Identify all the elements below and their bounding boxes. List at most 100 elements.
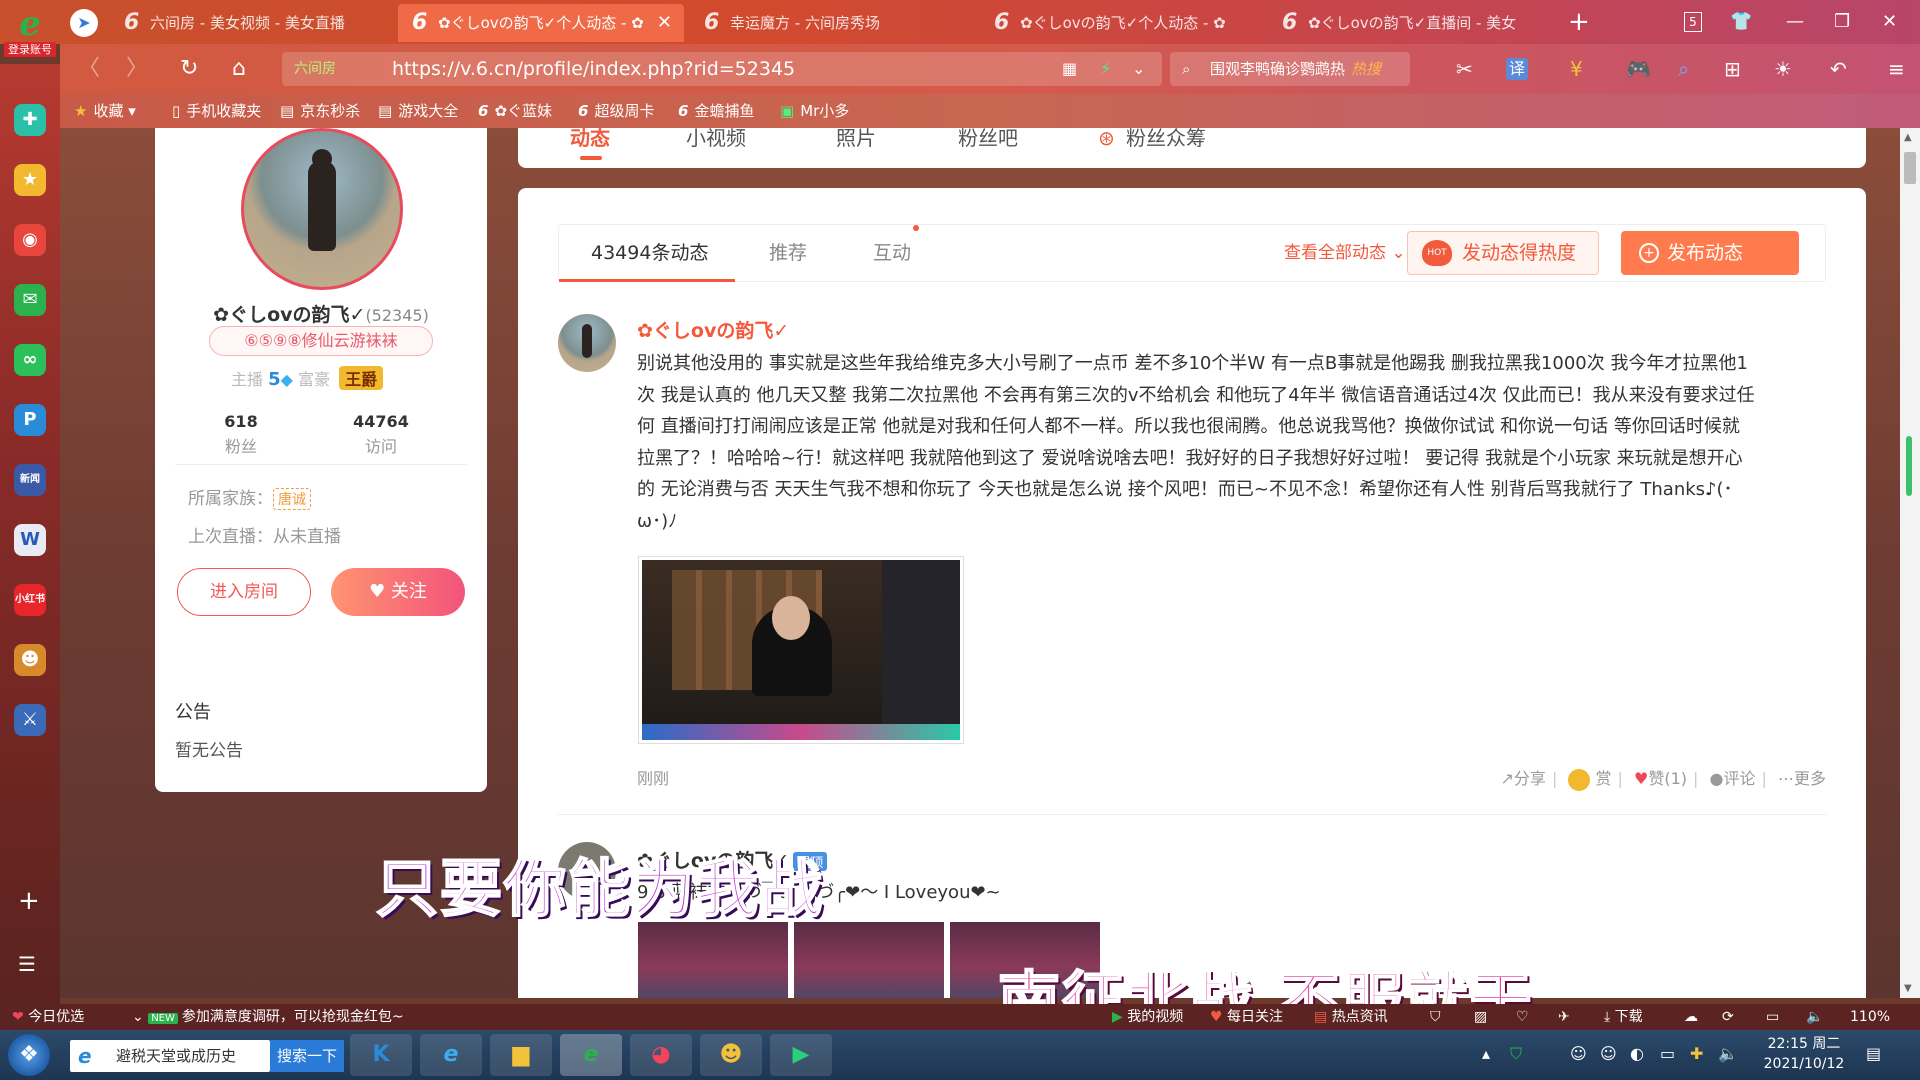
post-image[interactable]: [638, 556, 964, 744]
volume-icon[interactable]: 🔈: [1806, 1004, 1823, 1030]
game-icon[interactable]: 🎮: [1626, 56, 1651, 82]
tab-recommend[interactable]: 推荐: [769, 225, 807, 281]
fans-stat[interactable]: 618 粉丝: [181, 412, 301, 457]
list-icon[interactable]: ☰: [18, 952, 36, 976]
minimize-icon[interactable]: —: [1786, 10, 1804, 34]
add-sidebar-icon[interactable]: +: [18, 886, 40, 916]
scroll-up-icon[interactable]: ▲: [1904, 132, 1912, 143]
tray-network-icon[interactable]: ▭: [1660, 1044, 1675, 1063]
shirt-skin-icon[interactable]: 👕: [1730, 10, 1752, 34]
dropdown-chevron-icon[interactable]: ⌄: [1132, 52, 1145, 86]
tab-1[interactable]: 6 六间房 - 美女视频 - 美女直播: [110, 4, 396, 42]
navigation-icon[interactable]: ➤: [70, 9, 98, 37]
magnifier-icon[interactable]: ⌕: [1678, 56, 1689, 82]
nav-tab-videos[interactable]: 小视频: [686, 128, 746, 158]
daily-follow[interactable]: ♥ 每日关注: [1210, 1004, 1283, 1030]
rocket-icon[interactable]: ✈: [1558, 1004, 1570, 1030]
refresh-icon[interactable]: ⟳: [1722, 1004, 1734, 1030]
news-app-icon[interactable]: 新闻: [14, 464, 46, 496]
bookmark-fishing[interactable]: 6 金蟾捕鱼: [678, 94, 754, 128]
player-app-icon[interactable]: ▶: [770, 1034, 832, 1076]
tray-plus-icon[interactable]: ✚: [1690, 1044, 1703, 1063]
game-tank-icon[interactable]: ⚔: [14, 704, 46, 736]
download-button[interactable]: ⤓ 下载: [1604, 1004, 1643, 1030]
bookmark-mrxiaoduo[interactable]: ▣ Mr小多: [780, 94, 849, 128]
tray-volume-icon[interactable]: 🔈: [1718, 1044, 1738, 1063]
address-input[interactable]: 六间房 https://v.6.cn/profile/index.php?rid…: [282, 52, 1162, 86]
login-account-button[interactable]: 登录账号: [4, 42, 56, 57]
translate-icon[interactable]: 译: [1506, 58, 1529, 80]
profile-medal[interactable]: ⑥⑤⑨⑧修仙云游袜袜: [209, 326, 433, 356]
survey-link[interactable]: ⌄ NEW 参加满意度调研，可以抢现金红包~: [132, 1004, 404, 1032]
tray-expand-icon[interactable]: ▴: [1482, 1044, 1490, 1063]
weibo-icon[interactable]: ◉: [14, 224, 46, 256]
like-button[interactable]: ♥赞(1): [1634, 769, 1687, 788]
bookmark-favorites[interactable]: ★ 收藏 ▾: [74, 94, 136, 128]
tab-count-icon[interactable]: 5: [1684, 12, 1702, 32]
reward-button[interactable]: 赏: [1568, 768, 1612, 791]
tab-3[interactable]: 6 幸运魔方 - 六间房秀场: [690, 4, 976, 42]
share-button[interactable]: ↗分享: [1501, 769, 1546, 788]
clock[interactable]: 22:15 周二 2021/10/12: [1754, 1034, 1854, 1074]
post-author-avatar[interactable]: [558, 314, 616, 372]
browser-app-icon[interactable]: e: [560, 1034, 622, 1076]
publish-post-button[interactable]: + 发布动态: [1621, 231, 1799, 275]
nav-tab-photos[interactable]: 照片: [836, 128, 876, 158]
zoom-level[interactable]: 110%: [1850, 1004, 1890, 1030]
brightness-icon[interactable]: ☀: [1774, 56, 1792, 82]
scroll-thumb[interactable]: [1904, 152, 1916, 184]
bookmark-jd[interactable]: ▤ 京东秒杀: [280, 94, 360, 128]
bookmark-weekcard[interactable]: 6 超级周卡: [578, 94, 654, 128]
p-app-icon[interactable]: P: [14, 404, 46, 436]
avatar-app-icon[interactable]: ☻: [700, 1034, 762, 1076]
my-videos[interactable]: ▶ 我的视频: [1112, 1004, 1183, 1030]
tray-shield-icon[interactable]: ⛉: [1510, 1044, 1522, 1064]
bookmark-mobile[interactable]: ▯ 手机收藏夹: [172, 94, 261, 128]
taskbar-search-button[interactable]: 搜索一下: [270, 1040, 344, 1072]
favorite-star-icon[interactable]: ★: [14, 164, 46, 196]
post-thumbnail[interactable]: [638, 922, 788, 998]
game-avatar-icon[interactable]: ☻: [14, 644, 46, 676]
tray-app-icon[interactable]: ◐: [1630, 1044, 1644, 1063]
page-scrollbar[interactable]: ▲ ▼: [1900, 128, 1920, 998]
nav-tab-dynamics[interactable]: 动态: [570, 128, 610, 160]
post-author-name[interactable]: ✿ぐしovの韵飞✓: [637, 316, 789, 343]
scroll-down-icon[interactable]: ▼: [1904, 983, 1912, 994]
shield-icon[interactable]: ⛉: [1430, 1004, 1441, 1030]
taskbar-search-input[interactable]: e 避税天堂或成历史: [70, 1040, 270, 1072]
url-text[interactable]: https://v.6.cn/profile/index.php?rid=523…: [392, 52, 795, 86]
cloud-icon[interactable]: ☁: [1684, 1004, 1698, 1030]
notification-icon[interactable]: ▤: [1866, 1044, 1881, 1063]
restore-icon[interactable]: ❐: [1834, 10, 1850, 34]
scissors-icon[interactable]: ✂: [1456, 56, 1473, 82]
nav-tab-fan-club[interactable]: 粉丝吧: [958, 128, 1018, 158]
enter-room-button[interactable]: 进入房间: [177, 568, 311, 616]
tab-interaction[interactable]: 互动: [873, 225, 920, 281]
tab-5[interactable]: 6 ✿ぐしovの韵飞✓直播间 - 美女: [1268, 4, 1554, 42]
link-icon[interactable]: ∞: [14, 344, 46, 376]
forward-icon[interactable]: 〉: [126, 56, 148, 82]
mail-icon[interactable]: ✉: [14, 284, 46, 316]
tab-4[interactable]: 6 ✿ぐしovの韵飞✓个人动态 - ✿: [980, 4, 1266, 42]
post-thumbnail[interactable]: [794, 922, 944, 998]
view-all-dynamics-dropdown[interactable]: 查看全部动态 ⌄: [1284, 225, 1406, 281]
search-box[interactable]: ⌕ 围观李鸭确诊鹦鹉热 热搜: [1170, 52, 1410, 86]
bookmark-games[interactable]: ▤ 游戏大全: [378, 94, 458, 128]
undo-icon[interactable]: ↶: [1830, 56, 1847, 82]
qr-code-icon[interactable]: ▦: [1062, 52, 1077, 86]
back-icon[interactable]: 〈: [78, 56, 100, 82]
k-app-icon[interactable]: K: [350, 1034, 412, 1076]
heart-outline-icon[interactable]: ♡: [1516, 1004, 1529, 1030]
close-tab-icon[interactable]: ✕: [657, 4, 672, 42]
post-for-heat-button[interactable]: HOT 发动态得热度: [1407, 231, 1599, 275]
comment-button[interactable]: ●评论: [1710, 769, 1756, 788]
family-badge[interactable]: 唐诚: [273, 488, 311, 510]
start-button[interactable]: [8, 1034, 50, 1076]
folder-icon[interactable]: ▆: [490, 1034, 552, 1076]
follow-button[interactable]: ♥ 关注: [331, 568, 465, 616]
apps-grid-icon[interactable]: ⊞: [1724, 56, 1741, 82]
coin-icon[interactable]: ¥: [1570, 56, 1583, 82]
hot-news[interactable]: ▤ 热点资讯: [1314, 1004, 1388, 1030]
red-book-icon[interactable]: 小红书: [14, 584, 46, 616]
ie-app-icon[interactable]: e: [420, 1034, 482, 1076]
